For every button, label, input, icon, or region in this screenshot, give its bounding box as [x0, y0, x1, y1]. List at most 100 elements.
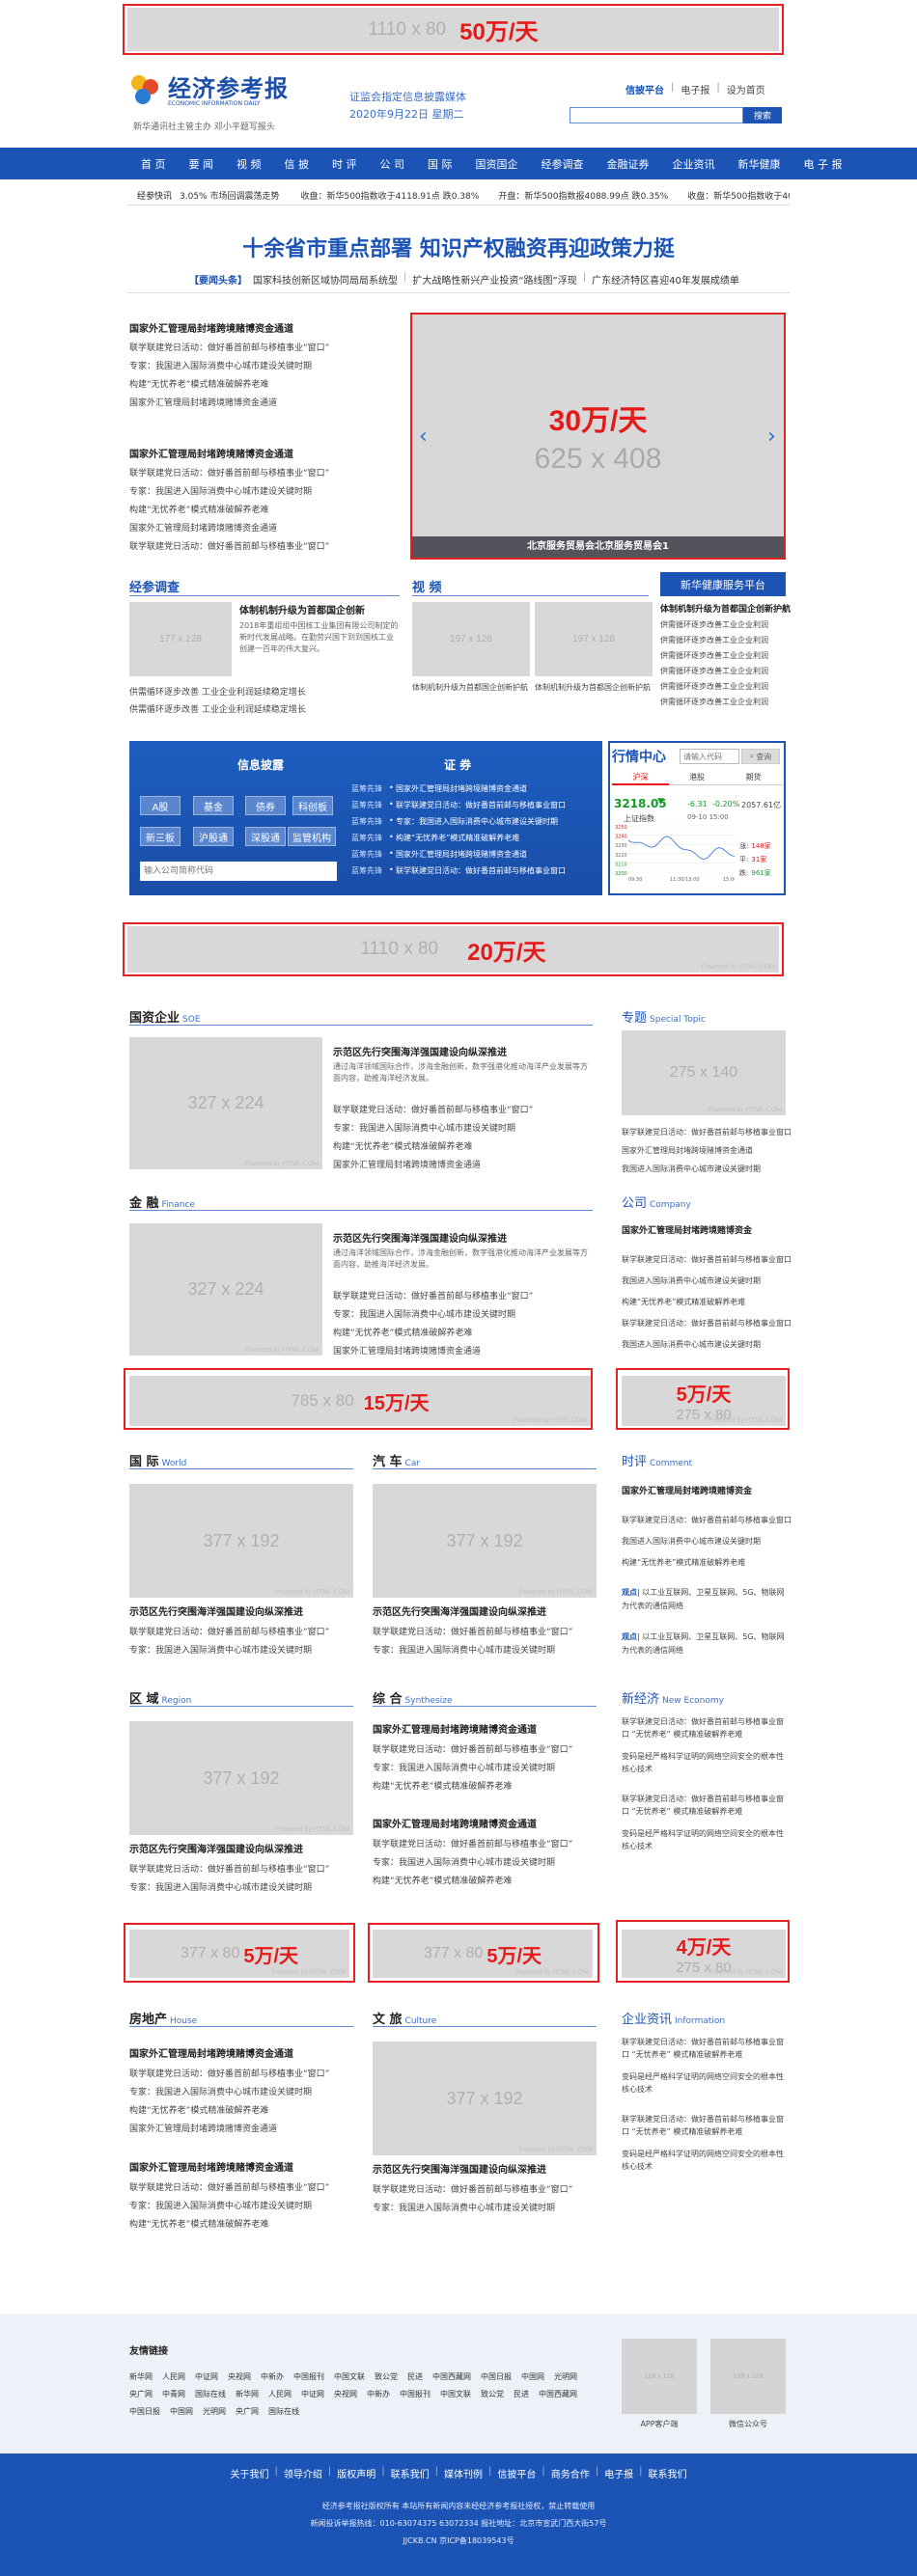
- house-item[interactable]: 联学联建党日活动：做好番首前邮与移植事业“窗口”: [129, 2180, 329, 2193]
- nav-company[interactable]: 公 司: [380, 156, 405, 172]
- finance-title[interactable]: 金 融 Finance: [129, 1192, 195, 1211]
- enterprise-item[interactable]: 变码是经严格科学证明的网络空间安全的根本性核心技术: [622, 2070, 788, 2096]
- survey-image[interactable]: 177 x 128: [129, 602, 232, 676]
- link-disclosure[interactable]: 信披平台: [625, 82, 664, 96]
- logo[interactable]: 经济参考报 ECONOMIC INFORMATION DAILY: [129, 68, 303, 116]
- video-title[interactable]: 视 频: [412, 577, 442, 595]
- house-item[interactable]: 国家外汇管理局封堵跨境赌博资金通道: [129, 2122, 277, 2134]
- nav-epaper[interactable]: 电 子 报: [804, 156, 843, 172]
- car-item[interactable]: 联学联建党日活动：做好番首前邮与移植事业“窗口”: [373, 1625, 572, 1637]
- info-row-link[interactable]: 国家外汇管理局封堵跨境赌博资金通道: [396, 849, 527, 860]
- friend-link[interactable]: 央广网: [129, 2389, 153, 2399]
- car-image[interactable]: 377 x 192 Powered by HTML.COM: [373, 1484, 597, 1598]
- tab-hk[interactable]: 港股: [668, 772, 726, 785]
- soe-headline[interactable]: 示范区先行突围海洋强国建设向纵深推进: [333, 1044, 507, 1058]
- info-tab-neeq[interactable]: 新三板: [140, 827, 181, 846]
- world-headline[interactable]: 示范区先行突围海洋强国建设向纵深推进: [129, 1603, 303, 1618]
- region-item[interactable]: 专家：我国进入国际消费中心城市建设关键时期: [129, 1880, 312, 1893]
- footer-link[interactable]: 商务合作: [551, 2466, 590, 2480]
- friend-link[interactable]: 光明网: [554, 2371, 577, 2382]
- news-item[interactable]: 构建“无忧养老”模式精准破解养老难: [129, 503, 268, 515]
- friend-link[interactable]: 民进: [407, 2371, 423, 2382]
- company-item[interactable]: 构建“无忧养老”模式精准破解养老难: [622, 1297, 745, 1307]
- sub-link[interactable]: 广东经济特区喜迎40年发展成绩单: [592, 272, 739, 287]
- house-title[interactable]: 房地产 House: [129, 2009, 197, 2027]
- comment-headline[interactable]: 国家外汇管理局封堵跨境赌博资金: [622, 1484, 752, 1496]
- neweconomy-item[interactable]: 变码是经严格科学证明的网络空间安全的根本性核心技术: [622, 1750, 788, 1775]
- culture-headline[interactable]: 示范区先行突围海洋强国建设向纵深推进: [373, 2161, 546, 2176]
- info-row-link[interactable]: 联学联建党日活动：做好番首前邮与移植事业窗口: [396, 800, 566, 810]
- comment-note[interactable]: 观点| 以工业互联网、卫星互联网、5G、物联网为代表的通信网络: [622, 1631, 788, 1658]
- news-item[interactable]: 联学联建党日活动：做好番首前邮与移植事业“窗口”: [129, 539, 329, 552]
- world-item[interactable]: 联学联建党日活动：做好番首前邮与移植事业“窗口”: [129, 1625, 329, 1637]
- nav-finance[interactable]: 金融证券: [607, 156, 650, 172]
- company-code-input[interactable]: [140, 862, 337, 881]
- info-row-link[interactable]: 联学联建党日活动：做好番首前邮与移植事业窗口: [396, 865, 566, 876]
- info-row-link[interactable]: 构建“无忧养老”模式精准破解养老难: [396, 833, 519, 843]
- friend-link[interactable]: 国际在线: [268, 2406, 299, 2417]
- health-item[interactable]: 供需循环逐步改善工业企业利润: [660, 681, 768, 692]
- culture-title[interactable]: 文 旅 Culture: [373, 2009, 436, 2027]
- synthesize-item[interactable]: 专家：我国进入国际消费中心城市建设关键时期: [373, 1855, 555, 1868]
- neweconomy-title[interactable]: 新经济 New Economy: [622, 1688, 724, 1707]
- friend-link[interactable]: 央广网: [236, 2406, 259, 2417]
- video-caption[interactable]: 体制机制升级为首都国企创新护航: [412, 682, 530, 694]
- synthesize-headline[interactable]: 国家外汇管理局封堵跨境赌博资金通道: [373, 1816, 537, 1830]
- region-item[interactable]: 联学联建党日活动：做好番首前邮与移植事业“窗口”: [129, 1862, 329, 1875]
- news-item[interactable]: 专家：我国进入国际消费中心城市建设关键时期: [129, 359, 312, 371]
- enterprise-item[interactable]: 联学联建党日活动：做好番首前邮与移植事业窗口 “无忧养老” 模式精准破解养老难: [622, 2036, 788, 2061]
- survey-item[interactable]: 供需循环逐步改善 工业企业利润延续稳定增长: [129, 702, 306, 715]
- special-item[interactable]: 国家外汇管理局封堵跨境赌博资金通道: [622, 1145, 753, 1156]
- comment-note[interactable]: 观点| 以工业互联网、卫星互联网、5G、物联网为代表的通信网络: [622, 1586, 788, 1613]
- special-item[interactable]: 联学联建党日活动：做好番首前邮与移植事业窗口: [622, 1127, 792, 1137]
- health-item[interactable]: 供需循环逐步改善工业企业利润: [660, 666, 768, 676]
- comment-item[interactable]: 我国进入国际消费中心城市建设关键时期: [622, 1536, 761, 1547]
- footer-link[interactable]: 版权声明: [337, 2466, 375, 2480]
- wechat-qrcode[interactable]: 128 x 128: [710, 2339, 786, 2414]
- synthesize-title[interactable]: 综 合 Synthesize: [373, 1688, 453, 1707]
- nav-enterprise[interactable]: 企业资讯: [673, 156, 715, 172]
- news-item[interactable]: 国家外汇管理局封堵跨境赌博资金通道: [129, 521, 277, 534]
- info-row-link[interactable]: 专家：我国进入国际消费中心城市建设关键时期: [396, 816, 558, 827]
- news-item[interactable]: 联学联建党日活动：做好番首前邮与移植事业“窗口”: [129, 466, 329, 479]
- enterprise-item[interactable]: 联学联建党日活动：做好番首前邮与移植事业窗口 “无忧养老” 模式精准破解养老难: [622, 2113, 788, 2138]
- finance-item[interactable]: 专家：我国进入国际消费中心城市建设关键时期: [333, 1307, 515, 1320]
- comment-title[interactable]: 时评 Comment: [622, 1451, 692, 1469]
- house-item[interactable]: 联学联建党日活动：做好番首前邮与移植事业“窗口”: [129, 2067, 329, 2079]
- house-headline[interactable]: 国家外汇管理局封堵跨境赌博资金通道: [129, 2045, 293, 2060]
- friend-link[interactable]: 中国西藏网: [432, 2371, 471, 2382]
- special-item[interactable]: 我国进入国际消费中心城市建设关键时期: [622, 1164, 761, 1174]
- friend-link[interactable]: 中证网: [195, 2371, 218, 2382]
- tab-futures[interactable]: 期货: [725, 772, 783, 785]
- footer-link[interactable]: 联系我们: [649, 2466, 687, 2480]
- friend-link[interactable]: 中青网: [162, 2389, 185, 2399]
- house-item[interactable]: 专家：我国进入国际消费中心城市建设关键时期: [129, 2199, 312, 2211]
- synthesize-item[interactable]: 构建“无忧养老”模式精准破解养老难: [373, 1779, 512, 1792]
- comment-item[interactable]: 联学联建党日活动：做好番首前邮与移植事业窗口: [622, 1515, 792, 1525]
- nav-survey[interactable]: 经参调查: [542, 156, 584, 172]
- company-item[interactable]: 联学联建党日活动：做好番首前邮与移植事业窗口: [622, 1318, 792, 1329]
- health-item[interactable]: 供需循环逐步改善工业企业利润: [660, 697, 768, 707]
- news-item[interactable]: 构建“无忧养老”模式精准破解养老难: [129, 377, 268, 390]
- company-item[interactable]: 我国进入国际消费中心城市建设关键时期: [622, 1275, 761, 1286]
- survey-title[interactable]: 经参调查: [129, 577, 180, 595]
- region-image[interactable]: 377 x 192 Powered by HTML.COM: [129, 1721, 353, 1835]
- friend-link[interactable]: 中新办: [367, 2389, 390, 2399]
- friend-link[interactable]: 国际在线: [195, 2389, 226, 2399]
- footer-link[interactable]: 媒体刊例: [444, 2466, 483, 2480]
- comment-item[interactable]: 构建“无忧养老”模式精准破解养老难: [622, 1557, 745, 1568]
- survey-headline[interactable]: 体制机制升级为首都国企创新: [239, 602, 365, 617]
- nav-world[interactable]: 国 际: [428, 156, 453, 172]
- finance-item[interactable]: 构建“无忧养老”模式精准破解养老难: [333, 1326, 472, 1338]
- synthesize-headline[interactable]: 国家外汇管理局封堵跨境赌博资金通道: [373, 1721, 537, 1736]
- friend-link[interactable]: 中国日报: [481, 2371, 512, 2382]
- neweconomy-item[interactable]: 变码是经严格科学证明的网络空间安全的根本性核心技术: [622, 1827, 788, 1852]
- soe-item[interactable]: 专家：我国进入国际消费中心城市建设关键时期: [333, 1121, 515, 1134]
- ticker-item[interactable]: 开盘：新华500指数报4088.99点 跌0.35%: [498, 189, 668, 203]
- culture-image[interactable]: 377 x 192 Powered by HTML.COM: [373, 2042, 597, 2155]
- footer-link[interactable]: 领导介绍: [284, 2466, 322, 2480]
- soe-image[interactable]: 327 x 224 Powered by HTML.COM: [129, 1037, 322, 1169]
- friend-link[interactable]: 中国网: [521, 2371, 544, 2382]
- culture-item[interactable]: 联学联建党日活动：做好番首前邮与移植事业“窗口”: [373, 2182, 572, 2195]
- footer-link[interactable]: 信披平台: [497, 2466, 536, 2480]
